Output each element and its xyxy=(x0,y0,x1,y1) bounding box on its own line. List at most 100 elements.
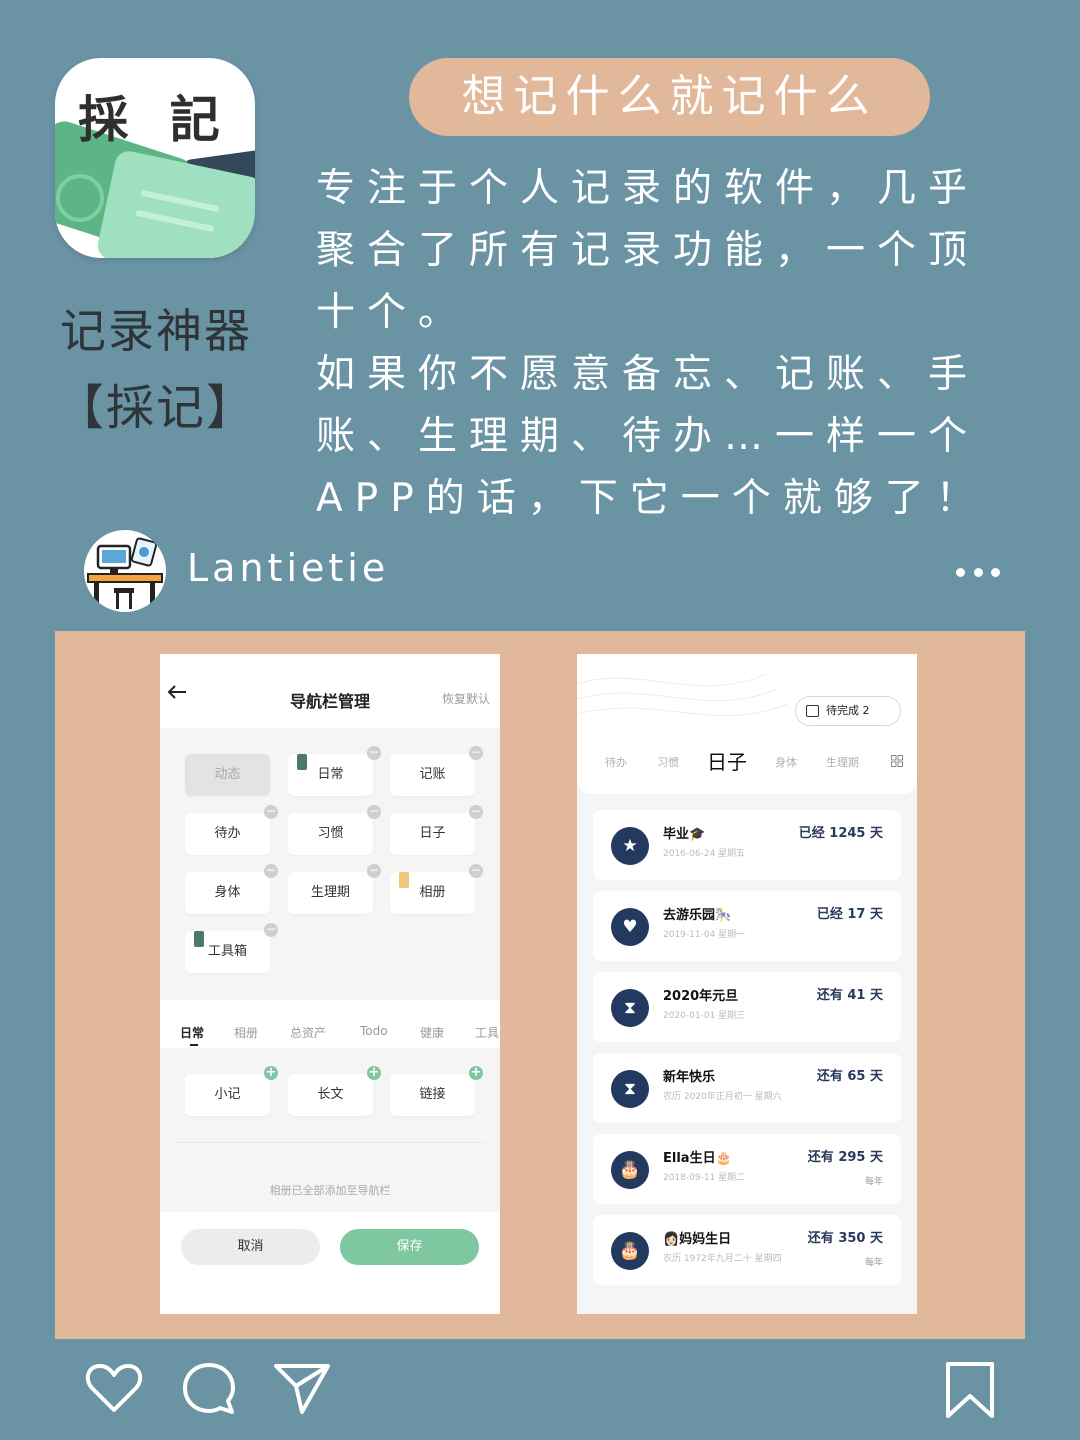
event-name: Ella生日🎂 xyxy=(663,1151,732,1166)
nav-item-habit[interactable]: 习惯 − xyxy=(288,805,381,855)
remove-icon[interactable]: − xyxy=(264,923,278,937)
remove-icon[interactable]: − xyxy=(469,805,483,819)
description: 专注于个人记录的软件，几乎 聚合了所有记录功能，一个顶 十个。 如果你不愿意备忘… xyxy=(316,158,1006,530)
event-count: 已经 1245 天 xyxy=(798,826,883,841)
tab-period[interactable]: 生理期 xyxy=(826,754,859,770)
calendar-icon xyxy=(806,705,819,717)
event-name: 2020年元旦 xyxy=(663,989,739,1004)
star-icon: ★ xyxy=(611,827,649,865)
bookmark-flag-icon xyxy=(297,754,307,770)
album-added-note: 相册已全部添加至导航栏 xyxy=(269,1184,391,1197)
event-count: 还有 41 天 xyxy=(816,988,883,1003)
add-item-label: 链接 xyxy=(419,1087,446,1102)
nav-item-accounting[interactable]: 记账 − xyxy=(390,746,483,796)
tab-tools[interactable]: 工具 xyxy=(475,1024,499,1041)
nav-item-label: 习惯 xyxy=(317,826,344,841)
event-card[interactable]: ★ 毕业🎓 2016-06-24 星期五 已经 1245 天 xyxy=(593,810,901,880)
add-icon[interactable]: + xyxy=(367,1066,381,1080)
description-line: 专注于个人记录的软件，几乎 xyxy=(316,166,980,211)
nav-header: 导航栏管理 恢复默认 xyxy=(160,654,500,728)
add-item-longform[interactable]: 长文 + xyxy=(288,1066,381,1116)
nav-item-label: 日子 xyxy=(419,826,446,841)
tab-body[interactable]: 身体 xyxy=(775,754,797,770)
remove-icon[interactable]: − xyxy=(264,864,278,878)
tab-habit[interactable]: 习惯 xyxy=(657,754,679,770)
event-card[interactable]: ⧗ 2020年元旦 2020-01-01 星期三 还有 41 天 xyxy=(593,972,901,1042)
avatar[interactable] xyxy=(84,530,166,612)
event-name: 毕业🎓 xyxy=(663,827,706,842)
remove-icon[interactable]: − xyxy=(264,805,278,819)
action-buttons: 取消 保存 xyxy=(160,1212,500,1314)
tab-total-assets[interactable]: 总资产 xyxy=(290,1024,326,1041)
remove-icon[interactable]: − xyxy=(367,746,381,760)
nav-item-label: 工具箱 xyxy=(207,944,247,959)
cancel-button[interactable]: 取消 xyxy=(181,1229,320,1265)
event-card[interactable]: 🎂 👩🏻妈妈生日 农历 1972年九月二十 星期四 还有 350 天 每年 xyxy=(593,1215,901,1285)
remove-icon[interactable]: − xyxy=(469,746,483,760)
grid-icon[interactable] xyxy=(891,755,903,767)
app-icon: 採 記 xyxy=(55,58,255,258)
phone-days-list: 待完成 2 待办 习惯 日子 身体 生理期 ★ 毕业🎓 2016-06-24 星… xyxy=(577,654,917,1314)
heart-icon[interactable] xyxy=(84,1360,144,1416)
add-icon[interactable]: + xyxy=(469,1066,483,1080)
caption-record-tool: 记录神器 xyxy=(60,304,252,358)
tab-album[interactable]: 相册 xyxy=(234,1024,258,1041)
tab-todo[interactable]: Todo xyxy=(360,1024,388,1038)
add-item-label: 长文 xyxy=(317,1087,344,1102)
description-line: 账、生理期、待办…一样一个 xyxy=(316,414,980,459)
event-count: 还有 350 天 xyxy=(807,1231,883,1246)
nav-item-label: 身体 xyxy=(214,885,241,900)
add-item-link[interactable]: 链接 + xyxy=(390,1066,483,1116)
nav-item-dynamic: 动态 xyxy=(185,754,270,796)
event-date: 2019-11-04 星期一 xyxy=(663,930,746,940)
cake-icon: 🎂 xyxy=(611,1232,649,1270)
remove-icon[interactable]: − xyxy=(469,864,483,878)
username[interactable]: Lantietie xyxy=(187,546,389,590)
remove-icon[interactable]: − xyxy=(367,805,381,819)
bookmark-flag-icon xyxy=(399,872,409,888)
hourglass-icon: ⧗ xyxy=(611,1070,649,1108)
avatar-desk-icon xyxy=(87,537,163,609)
nav-item-todo[interactable]: 待办 − xyxy=(185,805,278,855)
tab-todo[interactable]: 待办 xyxy=(605,754,627,770)
event-date: 农历 2020年正月初一 星期六 xyxy=(663,1092,782,1102)
event-date: 2018-09-11 星期二 xyxy=(663,1173,746,1183)
event-name: 👩🏻妈妈生日 xyxy=(663,1232,732,1247)
caption-app-name: 【採记】 xyxy=(55,380,256,436)
active-tab-indicator xyxy=(190,1044,198,1046)
heart-icon: ♥ xyxy=(611,908,649,946)
tab-daily[interactable]: 日常 xyxy=(180,1024,204,1041)
speech-bubble-icon[interactable] xyxy=(180,1360,238,1418)
nav-item-album[interactable]: 相册 − xyxy=(390,864,483,914)
phone-nav-management: 导航栏管理 恢复默认 动态 日常 − 记账 − 待办 − 习惯 − 日子 − 身体 − 生理… xyxy=(160,654,500,1314)
event-name: 新年快乐 xyxy=(663,1070,716,1085)
remove-icon[interactable]: − xyxy=(367,864,381,878)
event-date: 2016-06-24 星期五 xyxy=(663,849,746,859)
restore-default-button[interactable]: 恢复默认 xyxy=(442,690,490,707)
more-options-button[interactable] xyxy=(956,560,1000,584)
event-count: 还有 65 天 xyxy=(816,1069,883,1084)
nav-item-toolbox[interactable]: 工具箱 − xyxy=(185,923,278,973)
add-item-note[interactable]: 小记 + xyxy=(185,1066,278,1116)
dot-icon xyxy=(956,567,965,577)
event-card[interactable]: ⧗ 新年快乐 农历 2020年正月初一 星期六 还有 65 天 xyxy=(593,1053,901,1123)
description-line: 聚合了所有记录功能，一个顶 xyxy=(316,228,980,273)
save-button[interactable]: 保存 xyxy=(340,1229,479,1265)
nav-item-daily[interactable]: 日常 − xyxy=(288,746,381,796)
nav-item-body[interactable]: 身体 − xyxy=(185,864,278,914)
hourglass-icon: ⧗ xyxy=(611,989,649,1027)
pending-badge[interactable]: 待完成 2 xyxy=(795,696,901,726)
tab-health[interactable]: 健康 xyxy=(420,1024,444,1041)
paper-plane-icon[interactable] xyxy=(272,1360,332,1416)
nav-item-days[interactable]: 日子 − xyxy=(390,805,483,855)
event-card[interactable]: ♥ 去游乐园🎠 2019-11-04 星期一 已经 17 天 xyxy=(593,891,901,961)
bookmark-icon[interactable] xyxy=(944,1360,996,1420)
nav-item-label: 生理期 xyxy=(310,885,350,900)
event-repeat: 每年 xyxy=(864,1258,883,1268)
event-repeat: 每年 xyxy=(864,1177,883,1187)
pending-label: 待完成 2 xyxy=(826,704,870,717)
nav-item-period[interactable]: 生理期 − xyxy=(288,864,381,914)
tab-days[interactable]: 日子 xyxy=(707,746,747,775)
add-icon[interactable]: + xyxy=(264,1066,278,1080)
event-card[interactable]: 🎂 Ella生日🎂 2018-09-11 星期二 还有 295 天 每年 xyxy=(593,1134,901,1204)
